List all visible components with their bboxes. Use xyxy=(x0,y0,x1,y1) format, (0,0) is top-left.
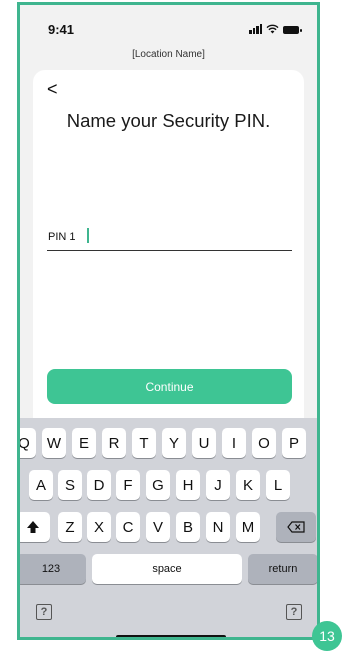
key-h[interactable]: H xyxy=(176,470,200,500)
key-d[interactable]: D xyxy=(87,470,111,500)
pin-name-value: PIN 1 xyxy=(48,231,76,243)
key-w[interactable]: W xyxy=(42,428,66,458)
key-l[interactable]: L xyxy=(266,470,290,500)
backspace-icon xyxy=(287,521,305,533)
help-icon[interactable]: ? xyxy=(36,604,52,620)
return-key[interactable]: return xyxy=(248,554,317,584)
phone-frame: 9:41 [Location Name] < Name your Securit… xyxy=(17,2,320,640)
wifi-icon xyxy=(266,24,279,34)
key-v[interactable]: V xyxy=(146,512,170,542)
shift-key[interactable] xyxy=(20,512,50,542)
keyboard: Q W E R T Y U I O P A S D F G H J K L Z … xyxy=(20,418,317,637)
key-y[interactable]: Y xyxy=(162,428,186,458)
key-o[interactable]: O xyxy=(252,428,276,458)
text-caret xyxy=(87,228,89,243)
key-x[interactable]: X xyxy=(87,512,111,542)
key-e[interactable]: E xyxy=(72,428,96,458)
key-j[interactable]: J xyxy=(206,470,230,500)
home-indicator[interactable] xyxy=(116,635,226,637)
key-m[interactable]: M xyxy=(236,512,260,542)
continue-button[interactable]: Continue xyxy=(47,369,292,404)
step-badge: 13 xyxy=(312,621,342,651)
key-s[interactable]: S xyxy=(58,470,82,500)
key-a[interactable]: A xyxy=(29,470,53,500)
status-icons xyxy=(249,24,302,34)
key-p[interactable]: P xyxy=(282,428,306,458)
key-i[interactable]: I xyxy=(222,428,246,458)
key-g[interactable]: G xyxy=(146,470,170,500)
location-name: [Location Name] xyxy=(132,49,205,60)
pin-name-input[interactable]: PIN 1 xyxy=(47,224,292,251)
status-bar: 9:41 xyxy=(20,5,317,47)
key-z[interactable]: Z xyxy=(58,512,82,542)
key-n[interactable]: N xyxy=(206,512,230,542)
back-button[interactable]: < xyxy=(47,80,58,98)
key-t[interactable]: T xyxy=(132,428,156,458)
key-b[interactable]: B xyxy=(176,512,200,542)
key-c[interactable]: C xyxy=(116,512,140,542)
page-title: Name your Security PIN. xyxy=(66,110,271,131)
key-q[interactable]: Q xyxy=(20,428,36,458)
status-time: 9:41 xyxy=(48,22,75,37)
signal-icon xyxy=(249,24,262,34)
shift-icon xyxy=(27,521,39,533)
key-k[interactable]: K xyxy=(236,470,260,500)
backspace-key[interactable] xyxy=(276,512,316,542)
page: 9:41 [Location Name] < Name your Securit… xyxy=(0,0,344,662)
key-r[interactable]: R xyxy=(102,428,126,458)
numbers-key[interactable]: 123 xyxy=(20,554,86,584)
space-key[interactable]: space xyxy=(92,554,242,584)
battery-icon xyxy=(283,26,302,34)
key-u[interactable]: U xyxy=(192,428,216,458)
pin-card: < Name your Security PIN. PIN 1 Continue xyxy=(33,70,304,430)
help-icon[interactable]: ? xyxy=(286,604,302,620)
key-f[interactable]: F xyxy=(116,470,140,500)
